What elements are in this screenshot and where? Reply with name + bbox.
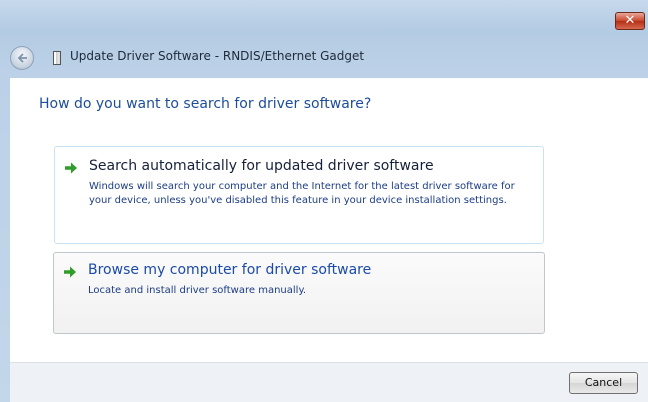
wizard-content: How do you want to search for driver sof… (10, 78, 648, 362)
back-button[interactable] (10, 46, 34, 70)
search-automatically-option[interactable]: Search automatically for updated driver … (54, 146, 544, 244)
close-icon: ✕ (624, 13, 636, 28)
window-frame: ✕ Update Driver Software - RNDIS/Etherne… (0, 0, 648, 402)
option-description: Locate and install driver software manua… (88, 285, 307, 296)
green-arrow-icon (64, 266, 76, 278)
browse-computer-option[interactable]: Browse my computer for driver software L… (53, 252, 545, 334)
close-button[interactable]: ✕ (615, 12, 645, 30)
option-title: Browse my computer for driver software (88, 262, 372, 278)
green-arrow-icon (65, 162, 77, 174)
device-icon (53, 51, 61, 65)
option-title: Search automatically for updated driver … (89, 158, 434, 174)
cancel-button[interactable]: Cancel (569, 372, 638, 394)
option-description: Windows will search your computer and th… (89, 181, 515, 206)
title-bar: Update Driver Software - RNDIS/Ethernet … (0, 38, 648, 78)
back-arrow-icon (17, 53, 27, 63)
window-title: Update Driver Software - RNDIS/Ethernet … (70, 49, 365, 63)
button-bar: Cancel (10, 362, 648, 402)
page-heading: How do you want to search for driver sof… (39, 96, 372, 112)
